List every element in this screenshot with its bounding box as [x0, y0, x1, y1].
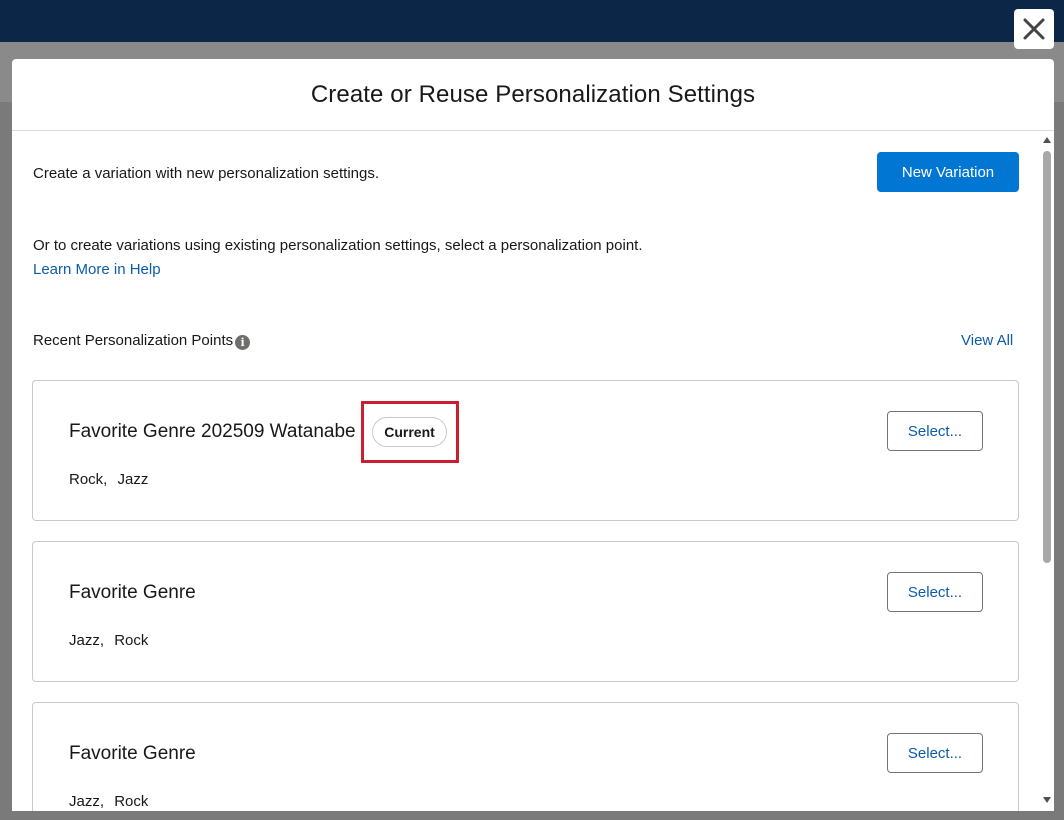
modal-title: Create or Reuse Personalization Settings	[310, 80, 756, 108]
scrollbar[interactable]	[1040, 131, 1054, 811]
tag: Rock	[114, 632, 149, 649]
card-title: Favorite Genre	[69, 582, 196, 603]
learn-more-help-link[interactable]: Learn More in Help	[33, 261, 161, 278]
personalization-modal: Create or Reuse Personalization Settings…	[12, 59, 1054, 811]
highlight-annotation	[361, 401, 459, 463]
tag: Jazz,	[69, 793, 105, 810]
modal-body: Create a variation with new personalizat…	[12, 131, 1054, 811]
recent-points-label: Recent Personalization Points	[33, 332, 234, 349]
view-all-link[interactable]: View All	[961, 332, 1013, 349]
modal-header: Create or Reuse Personalization Settings	[12, 59, 1054, 131]
reuse-description: Or to create variations using existing p…	[33, 237, 643, 254]
personalization-point-card: Favorite Genre 202509 Watanabe Current R…	[32, 380, 1019, 521]
scroll-down-arrow-icon[interactable]	[1043, 797, 1051, 803]
card-tags: Jazz, Rock	[69, 793, 148, 810]
personalization-point-card: Favorite Genre Jazz, Rock Select...	[32, 702, 1019, 811]
card-title: Favorite Genre 202509 Watanabe	[69, 421, 356, 442]
tag: Rock	[114, 793, 149, 810]
card-title: Favorite Genre	[69, 743, 196, 764]
close-icon	[1023, 18, 1045, 40]
select-button[interactable]: Select...	[887, 411, 983, 451]
scrollbar-thumb[interactable]	[1043, 151, 1051, 563]
scroll-up-arrow-icon[interactable]	[1043, 137, 1051, 143]
tag: Jazz,	[69, 632, 105, 649]
card-tags: Jazz, Rock	[69, 632, 148, 649]
reuse-text: Or to create variations using existing p…	[33, 234, 673, 282]
intro-text: Create a variation with new personalizat…	[33, 165, 380, 182]
select-button[interactable]: Select...	[887, 572, 983, 612]
card-tags: Rock, Jazz	[69, 471, 148, 488]
tag: Jazz	[117, 471, 149, 488]
close-modal-button[interactable]	[1014, 9, 1054, 49]
recent-points-heading: Recent Personalization Points i	[33, 331, 251, 350]
app-header-bar	[0, 0, 1064, 42]
info-icon[interactable]: i	[235, 335, 251, 350]
select-button[interactable]: Select...	[887, 733, 983, 773]
new-variation-button[interactable]: New Variation	[877, 152, 1019, 192]
tag: Rock,	[69, 471, 108, 488]
personalization-point-card: Favorite Genre Jazz, Rock Select...	[32, 541, 1019, 682]
